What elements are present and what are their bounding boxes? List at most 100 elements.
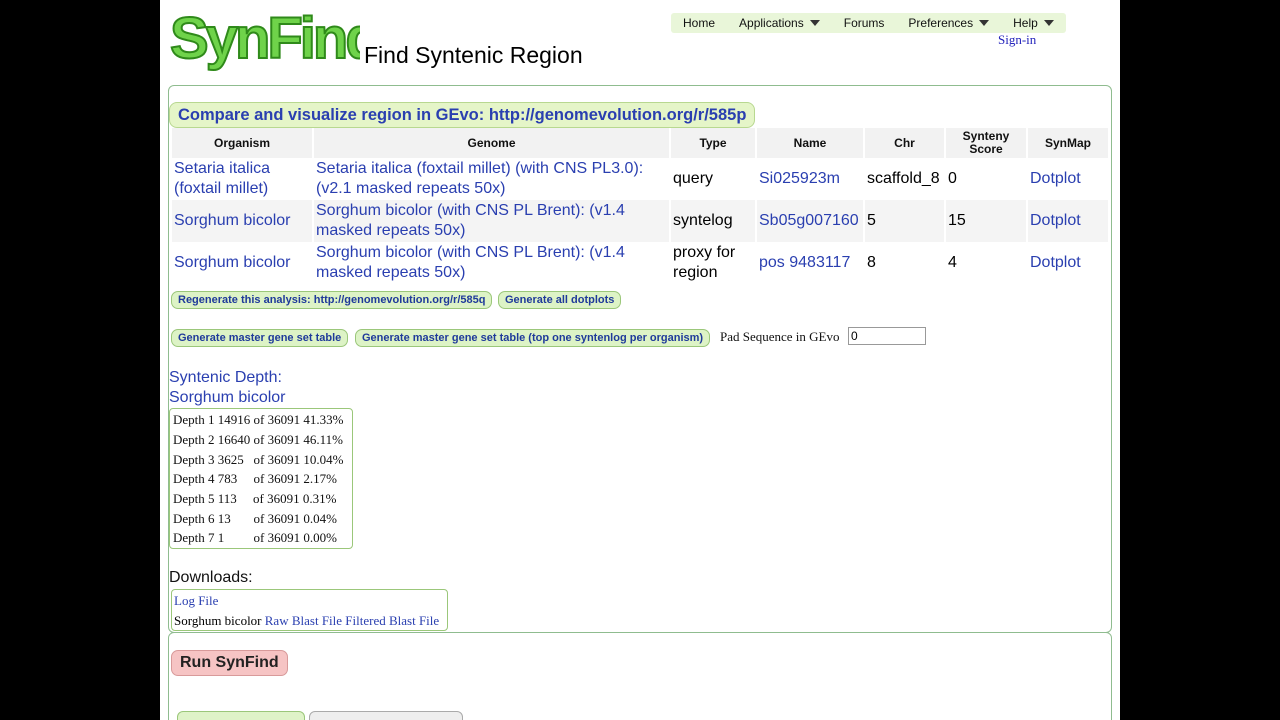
results-table: Organism Genome Type Name Chr Synteny Sco… xyxy=(170,128,1110,284)
type-cell: query xyxy=(671,158,755,200)
col-score-line2: Score xyxy=(969,142,1003,156)
depth-row: Depth 4 783 of 36091 2.17% xyxy=(173,471,337,486)
depth-row: Depth 3 3625 of 36091 10.04% xyxy=(173,452,344,467)
organism-link-2[interactable]: (foxtail millet) xyxy=(174,180,268,197)
genome-link-2[interactable]: masked repeats 50x) xyxy=(316,264,465,281)
genome-link[interactable]: Sorghum bicolor (with CNS PL Brent): (v1… xyxy=(316,244,625,261)
type-text-2: region xyxy=(673,264,718,281)
table-row: Setaria italica (foxtail millet) Setaria … xyxy=(172,158,1108,200)
filtered-blast-link[interactable]: Filtered Blast File xyxy=(345,613,439,628)
results-panel: Compare and visualize region in GEvo: ht… xyxy=(168,85,1112,633)
depth-title-line1: Syntenic Depth: xyxy=(169,369,282,386)
dotplot-link[interactable]: Dotplot xyxy=(1030,212,1081,229)
nav-home-label: Home xyxy=(683,16,716,30)
run-synfind-button[interactable]: Run SynFind xyxy=(171,650,288,676)
nav-preferences-label: Preferences xyxy=(908,16,974,30)
gevo-compare-link[interactable]: Compare and visualize region in GEvo: ht… xyxy=(169,102,756,128)
master-gene-table-top-button[interactable]: Generate master gene set table (top one … xyxy=(355,329,711,347)
page-title: Find Syntenic Region xyxy=(364,42,583,68)
col-score-line1: Synteny xyxy=(962,129,1010,143)
genome-cell[interactable]: Setaria italica (foxtail millet) (with C… xyxy=(314,158,669,200)
chr-cell: scaffold_8 xyxy=(867,170,940,187)
col-synteny-score[interactable]: Synteny Score xyxy=(946,128,1026,158)
type-text: syntelog xyxy=(673,212,733,229)
organism-link[interactable]: Sorghum bicolor xyxy=(174,212,291,229)
genome-cell[interactable]: Sorghum bicolor (with CNS PL Brent): (v1… xyxy=(314,242,669,284)
depth-row: Depth 1 14916 of 36091 41.33% xyxy=(173,412,344,427)
score-cell: 0 xyxy=(948,170,957,187)
type-text: proxy for xyxy=(673,244,736,261)
col-organism[interactable]: Organism xyxy=(172,128,312,158)
synmap-cell: Dotplot xyxy=(1028,158,1108,200)
organism-link[interactable]: Setaria italica xyxy=(174,160,270,177)
raw-blast-link[interactable]: Raw Blast File xyxy=(265,613,342,628)
dotplot-link[interactable]: Dotplot xyxy=(1030,170,1081,187)
tab-configure-search[interactable] xyxy=(177,711,305,720)
feature-name-link[interactable]: Si025923m xyxy=(759,170,840,187)
organism-cell[interactable]: Setaria italica (foxtail millet) xyxy=(172,158,312,200)
nav-forums-label: Forums xyxy=(843,16,885,30)
genome-link-2[interactable]: masked repeats 50x) xyxy=(316,222,465,239)
score-cell: 4 xyxy=(948,254,957,271)
syntenic-depth-title: Syntenic Depth: Sorghum bicolor xyxy=(169,368,286,408)
col-genome[interactable]: Genome xyxy=(314,128,669,158)
log-file-link[interactable]: Log File xyxy=(174,593,218,608)
signin-link[interactable]: Sign-in xyxy=(998,32,1036,48)
type-text: query xyxy=(673,170,714,187)
nav-home[interactable]: Home xyxy=(671,16,727,30)
name-cell: Sb05g007160 xyxy=(757,200,863,242)
chevron-down-icon xyxy=(979,20,990,26)
synfind-logo: SynFind xyxy=(169,5,360,72)
downloads-title: Downloads: xyxy=(169,569,253,586)
type-cell: proxy for region xyxy=(671,242,755,284)
col-synmap[interactable]: SynMap xyxy=(1028,128,1108,158)
organism-cell[interactable]: Sorghum bicolor xyxy=(172,242,312,284)
nav-applications[interactable]: Applications xyxy=(727,16,832,30)
pad-sequence-input[interactable] xyxy=(848,327,926,345)
tab-configure-parameters[interactable] xyxy=(309,711,463,720)
master-gene-table-button[interactable]: Generate master gene set table xyxy=(171,329,349,347)
synmap-cell: Dotplot xyxy=(1028,242,1108,284)
nav-help-label: Help xyxy=(1013,16,1038,30)
nav-help[interactable]: Help xyxy=(1001,16,1066,30)
generate-dotplots-button[interactable]: Generate all dotplots xyxy=(498,291,622,309)
genome-link-2[interactable]: (v2.1 masked repeats 50x) xyxy=(316,180,505,197)
name-cell: pos 9483117 xyxy=(757,242,863,284)
genome-link[interactable]: Sorghum bicolor (with CNS PL Brent): (v1… xyxy=(316,202,625,219)
chevron-down-icon xyxy=(809,20,820,26)
nav-preferences[interactable]: Preferences xyxy=(896,16,1001,30)
pad-sequence-label: Pad Sequence in GEvo xyxy=(720,329,840,344)
feature-name-link[interactable]: pos 9483117 xyxy=(759,254,850,271)
depth-title-organism: Sorghum bicolor xyxy=(169,389,286,406)
downloads-box: Log File Sorghum bicolor Raw Blast File … xyxy=(171,589,448,631)
dotplot-link[interactable]: Dotplot xyxy=(1030,254,1081,271)
nav-applications-label: Applications xyxy=(739,16,804,30)
genome-link[interactable]: Setaria italica (foxtail millet) (with C… xyxy=(316,160,643,177)
top-nav: Home Applications Forums Preferences Hel… xyxy=(671,13,1066,33)
organism-link[interactable]: Sorghum bicolor xyxy=(174,254,291,271)
run-panel: Run SynFind xyxy=(168,632,1112,720)
genome-cell[interactable]: Sorghum bicolor (with CNS PL Brent): (v1… xyxy=(314,200,669,242)
syntenic-depth-table: Depth 1 14916 of 36091 41.33% Depth 2 16… xyxy=(169,408,353,549)
score-cell: 15 xyxy=(946,200,1026,242)
name-cell: Si025923m xyxy=(757,158,863,200)
table-header-row: Organism Genome Type Name Chr Synteny Sco… xyxy=(172,128,1108,158)
col-name[interactable]: Name xyxy=(757,128,863,158)
synmap-cell: Dotplot xyxy=(1028,200,1108,242)
col-type[interactable]: Type xyxy=(671,128,755,158)
downloads-organism: Sorghum bicolor xyxy=(174,613,262,628)
svg-text:SynFind: SynFind xyxy=(170,6,360,71)
table-row: Sorghum bicolor Sorghum bicolor (with CN… xyxy=(172,242,1108,284)
feature-name-link[interactable]: Sb05g007160 xyxy=(759,212,859,229)
chr-cell: 8 xyxy=(867,254,876,271)
chevron-down-icon xyxy=(1043,20,1054,26)
depth-row: Depth 5 113 of 36091 0.31% xyxy=(173,491,337,506)
organism-cell[interactable]: Sorghum bicolor xyxy=(172,200,312,242)
depth-row: Depth 7 1 of 36091 0.00% xyxy=(173,530,337,545)
nav-forums[interactable]: Forums xyxy=(832,16,897,30)
chr-cell: 5 xyxy=(865,200,944,242)
col-chr[interactable]: Chr xyxy=(865,128,944,158)
type-cell: syntelog xyxy=(671,200,755,242)
regenerate-analysis-button[interactable]: Regenerate this analysis: http://genomev… xyxy=(171,291,493,309)
depth-row: Depth 6 13 of 36091 0.04% xyxy=(173,511,337,526)
